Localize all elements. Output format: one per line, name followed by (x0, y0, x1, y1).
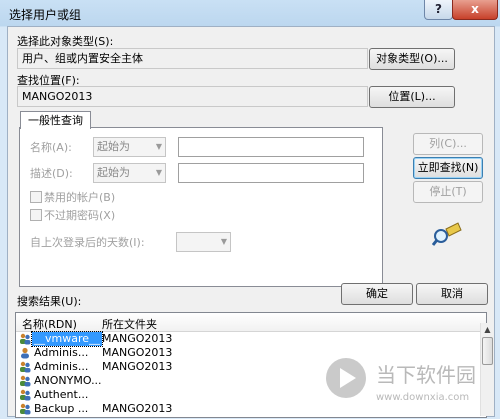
object-type-label: 选择此对象类型(S): (17, 35, 114, 48)
watermark-url: www.downxia.com (376, 392, 469, 403)
name-label: 名称(A): (30, 141, 72, 154)
user-icon (21, 347, 29, 359)
days-since-logon-label: 自上次登录后的天数(I): (30, 236, 145, 249)
watermark: 当下软件园 www.downxia.com (326, 358, 476, 403)
group-icon (20, 389, 31, 401)
search-flashlight-icon (432, 222, 462, 246)
chevron-down-icon: ▼ (220, 237, 227, 246)
column-header-name[interactable]: 名称(RDN) (22, 316, 77, 332)
location-field: MANGO2013 (17, 86, 368, 107)
search-results-label: 搜索结果(U): (17, 295, 82, 308)
ok-button[interactable]: 确定 (341, 283, 413, 305)
row-name: Adminis... (34, 346, 89, 359)
row-folder: MANGO2013 (102, 402, 173, 415)
column-header-folder[interactable]: 所在文件夹 (102, 316, 157, 332)
results-header: 名称(RDN) 所在文件夹 (16, 313, 486, 332)
row-folder: MANGO2013 (102, 346, 173, 359)
chevron-down-icon: ▼ (155, 142, 162, 151)
row-name: ANONYMO... (34, 374, 102, 387)
chevron-down-icon: ▼ (155, 168, 162, 177)
close-button[interactable]: x (452, 0, 498, 20)
watermark-name: 当下软件园 (376, 363, 476, 387)
window-title: 选择用户或组 (9, 8, 82, 22)
tab-common-queries[interactable]: 一般性查询 (20, 111, 91, 129)
non-expiring-password-checkbox (30, 209, 42, 221)
help-button[interactable]: ? (424, 0, 453, 20)
columns-button[interactable]: 列(C)... (413, 133, 483, 155)
group-icon (19, 417, 31, 418)
find-now-button[interactable]: 立即查找(N) (413, 157, 483, 179)
name-input[interactable] (178, 137, 364, 157)
disabled-accounts-label: 禁用的帐户(B) (44, 191, 116, 204)
non-expiring-password-label: 不过期密码(X) (44, 209, 116, 222)
row-name: Backup ... (34, 402, 89, 415)
object-types-button[interactable]: 对象类型(O)... (369, 48, 455, 70)
row-folder: MANGO2013 (102, 332, 173, 345)
description-mode-select: 起始为 ▼ (93, 163, 166, 183)
cancel-button[interactable]: 取消 (416, 283, 488, 305)
locations-button[interactable]: 位置(L)... (369, 86, 455, 108)
description-label: 描述(D): (30, 167, 73, 180)
group-icon (20, 333, 31, 345)
group-icon (20, 361, 31, 373)
object-type-field: 用户、组或内置安全主体 (17, 48, 368, 69)
days-since-logon-select: ▼ (176, 232, 231, 252)
row-folder: MANGO2013 (102, 360, 173, 373)
stop-button[interactable]: 停止(T) (413, 181, 483, 203)
description-input[interactable] (178, 163, 364, 183)
title-bar: 选择用户或组 ? x (0, 0, 500, 26)
group-icon (20, 403, 31, 415)
description-mode-value: 起始为 (97, 166, 130, 179)
disabled-accounts-checkbox (30, 191, 42, 203)
name-mode-value: 起始为 (97, 140, 130, 153)
row-name: BATCH (34, 416, 70, 417)
scroll-up-icon[interactable]: ▲ (481, 323, 494, 336)
group-icon (20, 375, 31, 387)
common-queries-page: 名称(A): 起始为 ▼ 描述(D): 起始为 ▼ 禁用的帐户(B) 不过期密码(X… (19, 127, 383, 287)
row-name: Authent... (34, 388, 89, 401)
name-mode-select: 起始为 ▼ (93, 137, 166, 157)
row-name: Adminis... (34, 360, 89, 373)
row-name: __vmware__ (30, 331, 104, 347)
